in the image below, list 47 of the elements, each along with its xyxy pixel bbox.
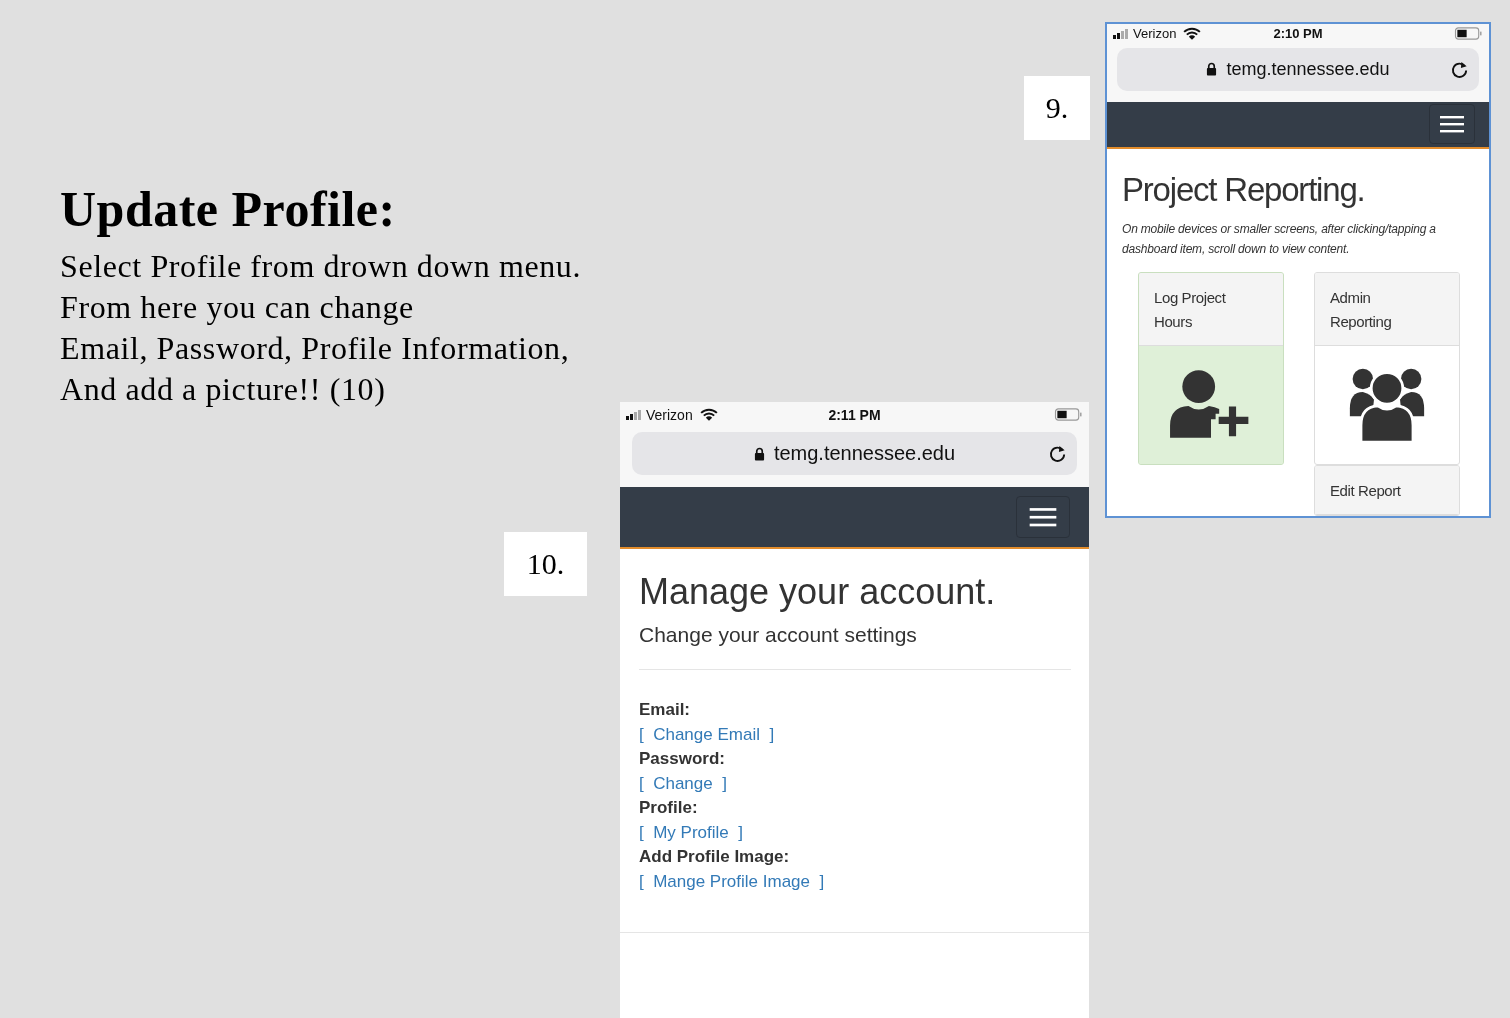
signal-icon — [626, 409, 642, 420]
setting-label: Profile: — [639, 797, 698, 819]
step-label: 9. — [1024, 76, 1090, 140]
status-time: 2:11 PM — [828, 406, 881, 423]
url-text: temg.tennessee.edu — [1226, 58, 1390, 80]
card-title: Log Project Hours — [1154, 289, 1226, 330]
slide-text-line: Email, Password, Profile Information, — [60, 329, 571, 368]
card-title: Edit Report — [1330, 482, 1401, 499]
signal-icon — [1113, 28, 1129, 39]
setting-link[interactable]: [ Change Email ] — [639, 722, 775, 747]
wifi-icon — [1183, 27, 1202, 41]
menu-icon — [1029, 507, 1057, 527]
slide-text-line: From here you can change — [60, 288, 415, 327]
page-heading: Project Reporting. — [1122, 171, 1366, 209]
setting-label: Add Profile Image: — [639, 846, 790, 868]
setting-label: Password: — [639, 748, 725, 770]
slide-text-line: And add a picture!! (10) — [60, 370, 387, 409]
page-subheading: Change your account settings — [639, 623, 918, 647]
address-bar[interactable]: temg.tennessee.edu — [632, 432, 1077, 475]
dashboard-card[interactable]: Log Project Hours — [1138, 272, 1284, 465]
step-label: 10. — [504, 532, 587, 596]
setting-label: Email: — [639, 699, 691, 721]
reload-icon[interactable] — [1450, 59, 1469, 79]
setting-link[interactable]: [ My Profile ] — [639, 820, 743, 845]
setting-link[interactable]: [ Change ] — [639, 771, 727, 796]
dashboard-card[interactable]: Edit Report — [1314, 465, 1460, 516]
menu-icon — [1440, 115, 1464, 134]
page-note: On mobile devices or smaller screens, after clicking/tapping a dashboard item, scroll down to view content. — [1122, 221, 1437, 258]
carrier-name: Verizon — [646, 406, 693, 423]
lock-icon — [753, 446, 765, 461]
menu-button[interactable] — [1016, 496, 1070, 538]
page-heading: Manage your account. — [639, 571, 997, 613]
setting-link[interactable]: [ Mange Profile Image ] — [639, 869, 825, 894]
dashboard-card[interactable]: Admin Reporting — [1314, 272, 1460, 465]
wifi-icon — [699, 408, 718, 421]
battery-icon — [1454, 27, 1483, 41]
slide-title: Update Profile: — [60, 180, 397, 238]
menu-button[interactable] — [1429, 104, 1475, 145]
battery-icon — [1054, 408, 1083, 421]
reload-icon[interactable] — [1048, 444, 1067, 463]
lock-icon — [1206, 62, 1218, 77]
slide-text-line: Select Profile from drown down menu. — [60, 247, 582, 286]
url-text: temg.tennessee.edu — [773, 442, 956, 465]
address-bar[interactable]: temg.tennessee.edu — [1117, 47, 1479, 91]
card-title: Admin Reporting — [1330, 289, 1392, 330]
status-time: 2:10 PM — [1273, 26, 1323, 42]
carrier-name: Verizon — [1133, 26, 1177, 42]
